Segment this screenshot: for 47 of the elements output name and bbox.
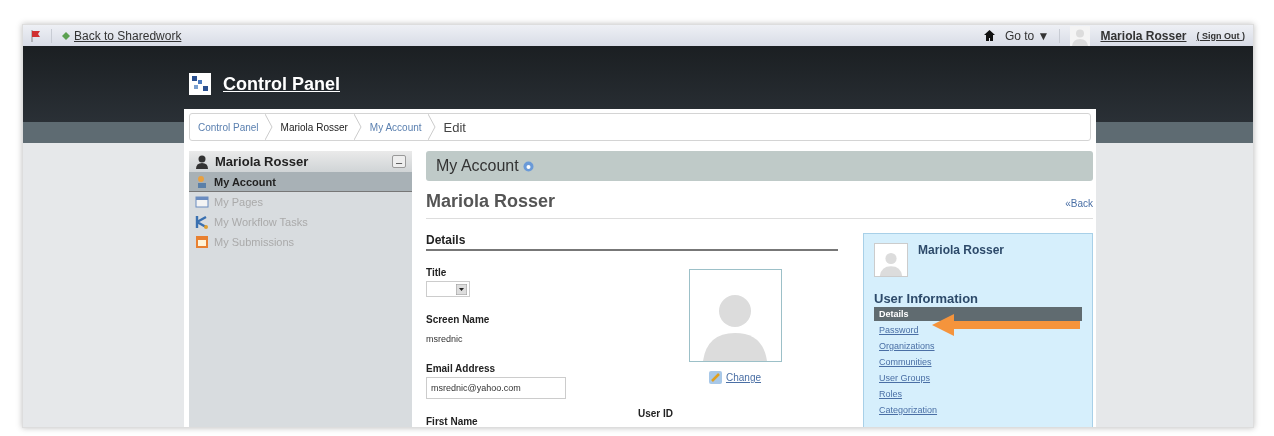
diamond-icon [62, 31, 70, 40]
home-icon [983, 30, 995, 41]
calendar-icon [195, 235, 209, 249]
field-label: Email Address [426, 363, 497, 374]
user-icon [195, 174, 209, 189]
email-input[interactable]: msrednic@yahoo.com [426, 377, 566, 399]
user-info-link[interactable]: Roles [874, 387, 907, 401]
arrow-icon [932, 314, 1080, 336]
goto-menu[interactable]: Go to ▼ [1004, 28, 1050, 43]
sidebar-item[interactable]: My Account [189, 172, 412, 192]
user-info-link[interactable]: User Groups [874, 371, 936, 385]
flag-icon [31, 29, 41, 42]
change-photo-link[interactable]: Change [709, 371, 761, 384]
user-name-link[interactable]: Mariola Rosser [1100, 28, 1187, 43]
user-name-heading: Mariola Rosser [426, 191, 556, 212]
sidebar-title: Mariola Rosser [215, 154, 309, 169]
sign-out-link[interactable]: ( Sign Out ) [1196, 30, 1245, 41]
field-label: User ID [638, 408, 673, 419]
help-icon[interactable] [522, 160, 534, 172]
panel-user-name: Mariola Rosser [918, 243, 1005, 259]
breadcrumb-item[interactable]: My Account [369, 121, 422, 133]
workflow-icon [195, 215, 209, 229]
person-icon [195, 154, 209, 169]
edit-icon [709, 371, 722, 384]
user-info-link[interactable]: Password [874, 323, 924, 337]
breadcrumb-item: Mariola Rosser [280, 121, 348, 133]
breadcrumb-item: Edit [443, 119, 466, 135]
back-link[interactable]: «Back [1065, 198, 1093, 209]
field-value: msrednic [426, 334, 463, 344]
collapse-button[interactable]: – [392, 155, 406, 168]
page-icon [195, 195, 209, 209]
field-label: Title [426, 267, 448, 278]
back-link[interactable]: Back to Sharedwork [62, 28, 182, 43]
dropdown-icon [456, 283, 467, 295]
user-info-link[interactable]: Organizations [874, 339, 940, 353]
control-panel-title[interactable]: Control Panel [223, 73, 340, 95]
breadcrumb-item[interactable]: Control Panel [198, 121, 259, 133]
field-label: Screen Name [426, 314, 491, 325]
field-label: First Name [426, 416, 479, 427]
user-information-heading: User Information [874, 291, 979, 306]
title-select[interactable] [426, 281, 470, 297]
section-title: My Account [436, 157, 519, 175]
user-info-link[interactable]: Categorization [874, 403, 943, 417]
user-info-link[interactable]: Communities [874, 355, 937, 369]
control-panel-icon [189, 73, 211, 95]
user-info-link[interactable]: Details [874, 307, 1082, 321]
details-heading: Details [426, 233, 838, 251]
